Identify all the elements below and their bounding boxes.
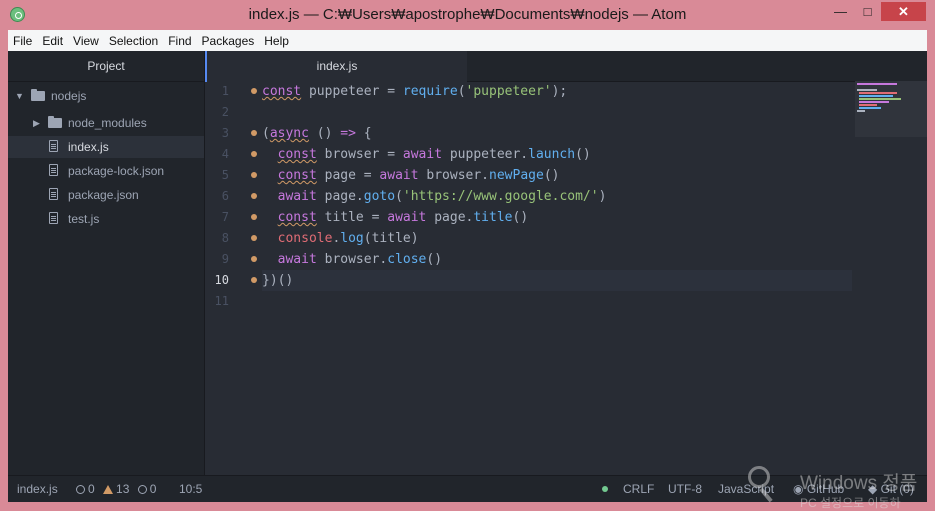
line-number: 7 bbox=[221, 210, 229, 224]
title-bar: index.js — C:₩Users₩apostrophe₩Documents… bbox=[0, 0, 935, 30]
minimap[interactable] bbox=[855, 81, 927, 137]
menu-edit[interactable]: Edit bbox=[37, 31, 68, 52]
folder-icon bbox=[48, 116, 62, 128]
minimap-line bbox=[859, 95, 893, 97]
status-indicator-icon bbox=[602, 486, 608, 492]
tree-root-folder[interactable]: ▼ nodejs bbox=[8, 85, 204, 107]
error-icon bbox=[76, 485, 85, 494]
lint-warning-icon[interactable] bbox=[251, 235, 257, 241]
tree-item-package-json[interactable]: package.json bbox=[8, 184, 204, 206]
code-line[interactable]: (async () => { bbox=[262, 123, 852, 144]
tree-item-label: package-lock.json bbox=[68, 164, 165, 178]
file-icon bbox=[49, 164, 58, 176]
tab-bar: index.js bbox=[205, 51, 927, 82]
code-line[interactable] bbox=[262, 102, 852, 123]
info-icon bbox=[137, 485, 147, 494]
project-tree: Project ▼ nodejs ▶ node_modules index.js… bbox=[8, 51, 205, 475]
lint-warning-icon[interactable] bbox=[251, 151, 257, 157]
maximize-button[interactable]: □ bbox=[854, 2, 881, 21]
folder-icon bbox=[31, 89, 45, 101]
line-ending-selector[interactable]: CRLF bbox=[623, 476, 654, 502]
watermark-line-1: Windows 정품 bbox=[800, 473, 918, 494]
minimap-line bbox=[859, 101, 889, 103]
tree-item-label: test.js bbox=[68, 212, 100, 226]
line-number: 3 bbox=[221, 126, 229, 140]
encoding-selector[interactable]: UTF-8 bbox=[668, 476, 702, 502]
minimap-line bbox=[857, 110, 865, 112]
code-line-current[interactable]: })() bbox=[262, 270, 852, 291]
minimap-line bbox=[857, 89, 877, 91]
warning-count: 13 bbox=[116, 482, 130, 496]
line-number-current: 10 bbox=[214, 273, 229, 287]
minimap-line bbox=[859, 98, 901, 100]
chevron-down-icon: ▼ bbox=[15, 91, 24, 101]
tree-item-label: node_modules bbox=[68, 116, 147, 130]
tab-index-js[interactable]: index.js bbox=[205, 51, 467, 82]
lint-warning-icon[interactable] bbox=[251, 130, 257, 136]
code-line[interactable]: console.log(title) bbox=[262, 228, 852, 249]
key-icon bbox=[748, 466, 770, 488]
minimize-button[interactable]: — bbox=[827, 2, 854, 21]
close-button[interactable]: ✕ bbox=[881, 2, 926, 21]
workspace: Project ▼ nodejs ▶ node_modules index.js… bbox=[8, 51, 927, 475]
editor-pane: index.js 1 2 3 4 5 6 7 8 9 10 11 const p… bbox=[205, 51, 927, 475]
status-file-name[interactable]: index.js bbox=[17, 476, 58, 502]
lint-warning-icon[interactable] bbox=[251, 193, 257, 199]
tree-item-package-lock-json[interactable]: package-lock.json bbox=[8, 160, 204, 182]
file-icon bbox=[49, 188, 58, 200]
tree-item-index-js[interactable]: index.js bbox=[8, 136, 204, 158]
minimap-line bbox=[859, 104, 877, 106]
line-number-gutter: 1 2 3 4 5 6 7 8 9 10 11 bbox=[205, 81, 257, 475]
cursor-position[interactable]: 10:5 bbox=[179, 476, 202, 502]
line-number: 9 bbox=[221, 252, 229, 266]
tree-item-test-js[interactable]: test.js bbox=[8, 208, 204, 230]
line-number: 8 bbox=[221, 231, 229, 245]
warning-icon bbox=[103, 485, 114, 494]
menu-help[interactable]: Help bbox=[259, 31, 294, 52]
lint-warning-icon[interactable] bbox=[251, 88, 257, 94]
code-line[interactable]: await page.goto('https://www.google.com/… bbox=[262, 186, 852, 207]
tree-item-label: index.js bbox=[68, 140, 109, 154]
watermark-line-2: PC 설정으로 이동하 bbox=[800, 496, 901, 510]
line-number: 11 bbox=[214, 294, 229, 308]
code-line[interactable]: const browser = await puppeteer.launch() bbox=[262, 144, 852, 165]
minimap-line bbox=[857, 83, 897, 85]
menu-view[interactable]: View bbox=[68, 31, 104, 52]
menu-packages[interactable]: Packages bbox=[197, 31, 260, 52]
code-area[interactable]: const puppeteer = require('puppeteer'); … bbox=[262, 81, 852, 475]
window-title: index.js — C:₩Users₩apostrophe₩Documents… bbox=[248, 6, 687, 23]
menu-file[interactable]: File bbox=[8, 31, 37, 52]
lint-warning-icon[interactable] bbox=[251, 277, 257, 283]
tree-header[interactable]: Project bbox=[8, 51, 204, 82]
menu-find[interactable]: Find bbox=[163, 31, 196, 52]
file-icon bbox=[49, 212, 58, 224]
error-count: 0 bbox=[88, 482, 95, 496]
info-count: 0 bbox=[149, 482, 157, 496]
line-number: 2 bbox=[221, 105, 229, 119]
code-line[interactable]: const title = await page.title() bbox=[262, 207, 852, 228]
line-number: 1 bbox=[221, 84, 229, 98]
lint-warning-icon[interactable] bbox=[251, 172, 257, 178]
code-line[interactable] bbox=[262, 291, 852, 312]
chevron-right-icon: ▶ bbox=[33, 118, 40, 128]
lint-warning-icon[interactable] bbox=[251, 214, 257, 220]
tree-item-label: package.json bbox=[68, 188, 139, 202]
windows-activation-watermark: Windows 정품 PC 설정으로 이동하 bbox=[748, 462, 928, 510]
lint-warning-icon[interactable] bbox=[251, 256, 257, 262]
menu-bar: File Edit View Selection Find Packages Help bbox=[8, 30, 927, 51]
file-icon bbox=[49, 140, 58, 152]
code-line[interactable]: const puppeteer = require('puppeteer'); bbox=[262, 81, 852, 102]
code-line[interactable]: await browser.close() bbox=[262, 249, 852, 270]
lint-summary[interactable]: 0 13 0 bbox=[76, 476, 156, 502]
line-number: 4 bbox=[221, 147, 229, 161]
code-line[interactable]: const page = await browser.newPage() bbox=[262, 165, 852, 186]
tree-item-node-modules[interactable]: ▶ node_modules bbox=[8, 112, 204, 134]
menu-selection[interactable]: Selection bbox=[104, 31, 163, 52]
tree-root-label: nodejs bbox=[51, 89, 87, 103]
minimap-line bbox=[859, 92, 897, 94]
minimap-line bbox=[859, 107, 881, 109]
line-number: 5 bbox=[221, 168, 229, 182]
line-number: 6 bbox=[221, 189, 229, 203]
